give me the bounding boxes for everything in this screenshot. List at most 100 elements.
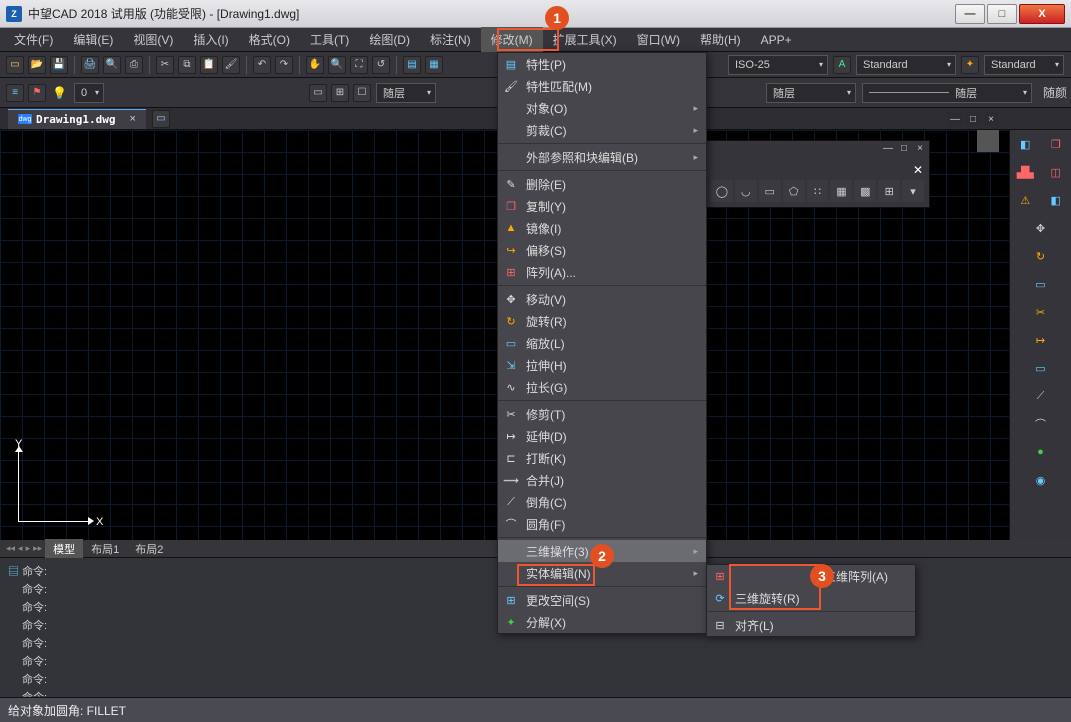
copy-icon[interactable]: ⧉ xyxy=(178,56,196,74)
block-icon[interactable]: ▭ xyxy=(309,84,327,102)
dd-fillet[interactable]: ⌒圆角(F) xyxy=(498,513,706,535)
poly-icon[interactable]: ⬠ xyxy=(783,180,805,202)
grid-icon[interactable]: ⊞ xyxy=(878,180,900,202)
chamfer-tool-icon[interactable]: ⟋ xyxy=(1030,385,1052,407)
minimize-button[interactable]: — xyxy=(955,4,985,24)
explode-tool-icon[interactable]: ● xyxy=(1030,441,1052,463)
new-icon[interactable]: ▭ xyxy=(6,56,24,74)
menu-file[interactable]: 文件(F) xyxy=(4,27,63,52)
extend-tool-icon[interactable]: ↦ xyxy=(1030,329,1052,351)
more-icon[interactable]: ▾ xyxy=(902,180,924,202)
dd-scale[interactable]: ▭缩放(L) xyxy=(498,332,706,354)
dd-offset[interactable]: ↪偏移(S) xyxy=(498,239,706,261)
mirror-tool-icon[interactable]: ▟▙ xyxy=(1014,161,1036,183)
close-tab-icon[interactable]: × xyxy=(129,113,135,125)
dd-array[interactable]: ⊞阵列(A)... xyxy=(498,261,706,283)
dd-properties[interactable]: ▤特性(P) xyxy=(498,53,706,75)
open-icon[interactable]: 📂 xyxy=(28,56,46,74)
design-center-icon[interactable]: ▦ xyxy=(425,56,443,74)
scale-tool-icon[interactable]: ↻ xyxy=(1030,245,1052,267)
undo-icon[interactable]: ↶ xyxy=(253,56,271,74)
doc-minimize-icon[interactable]: — xyxy=(947,112,963,126)
float-minimize-icon[interactable]: — xyxy=(881,143,895,157)
stretch-tool-icon[interactable]: ▭ xyxy=(1030,273,1052,295)
menu-view[interactable]: 视图(V) xyxy=(123,27,183,52)
dd-rotate[interactable]: ↻旋转(R) xyxy=(498,310,706,332)
matchprop-icon[interactable]: 🖌 xyxy=(222,56,240,74)
dd-align[interactable]: ⊟对齐(L) xyxy=(707,614,915,636)
menu-window[interactable]: 窗口(W) xyxy=(627,27,690,52)
float-close-icon[interactable]: × xyxy=(913,143,927,157)
tablestyle-combo[interactable]: Standard xyxy=(984,55,1064,75)
pan-icon[interactable]: ✋ xyxy=(306,56,324,74)
prev-tab-icon[interactable]: ◂ xyxy=(18,543,23,554)
copy-tool-icon[interactable]: ❐ xyxy=(1045,133,1067,155)
dd-trim[interactable]: ✂修剪(T) xyxy=(498,403,706,425)
menu-help[interactable]: 帮助(H) xyxy=(690,27,751,52)
dd-chamfer[interactable]: ⟋倒角(C) xyxy=(498,491,706,513)
first-tab-icon[interactable]: ◂◂ xyxy=(6,543,15,554)
region-icon[interactable]: ▩ xyxy=(854,180,876,202)
float-maximize-icon[interactable]: □ xyxy=(897,143,911,157)
redo-icon[interactable]: ↷ xyxy=(275,56,293,74)
break-tool-icon[interactable]: ▭ xyxy=(1030,357,1052,379)
insert-icon[interactable]: ⊞ xyxy=(331,84,349,102)
doc-maximize-icon[interactable]: □ xyxy=(965,112,981,126)
color-combo[interactable]: 随层 xyxy=(376,83,436,103)
last-tab-icon[interactable]: ▸▸ xyxy=(33,543,42,554)
dd-3d-operations[interactable]: 三维操作(3)▸ xyxy=(498,540,706,562)
dd-mirror[interactable]: ▲镜像(I) xyxy=(498,217,706,239)
hatch-icon[interactable]: ▦ xyxy=(830,180,852,202)
dd-xref[interactable]: 外部参照和块编辑(B)▸ xyxy=(498,146,706,168)
checkbox-icon[interactable]: ☐ xyxy=(353,84,371,102)
dd-lengthen[interactable]: ∿拉长(G) xyxy=(498,376,706,398)
layer-combo[interactable]: 0 xyxy=(74,83,104,103)
dd-matchprop[interactable]: 🖌特性匹配(M) xyxy=(498,75,706,97)
menu-format[interactable]: 格式(O) xyxy=(239,27,300,52)
print-icon[interactable]: 🖨 xyxy=(81,56,99,74)
dd-join[interactable]: ⟿合并(J) xyxy=(498,469,706,491)
trim-tool-icon[interactable]: ✂ xyxy=(1030,301,1052,323)
circle-icon[interactable]: ◯ xyxy=(711,180,733,202)
menu-draw[interactable]: 绘图(D) xyxy=(359,27,420,52)
tab-layout1[interactable]: 布局1 xyxy=(83,539,127,559)
zoom-window-icon[interactable]: ⛶ xyxy=(350,56,368,74)
tablestyle-icon[interactable]: ✦ xyxy=(961,56,979,74)
view-cube[interactable] xyxy=(977,130,999,152)
solid-tool-icon[interactable]: ◉ xyxy=(1030,469,1052,491)
zoom-realtime-icon[interactable]: 🔍 xyxy=(328,56,346,74)
floating-toolbar[interactable]: — □ × ✕ ◯ ◡ ▭ ⬠ ∷ ▦ ▩ ⊞ ▾ xyxy=(705,140,930,208)
menu-tools[interactable]: 工具(T) xyxy=(300,27,359,52)
erase-icon[interactable]: ◧ xyxy=(1014,133,1036,155)
dd-object[interactable]: 对象(O)▸ xyxy=(498,97,706,119)
save-icon[interactable]: 💾 xyxy=(50,56,68,74)
maximize-button[interactable]: □ xyxy=(987,4,1017,24)
zoom-prev-icon[interactable]: ↺ xyxy=(372,56,390,74)
layer-state-icon[interactable]: ⚑ xyxy=(28,84,46,102)
dd-chspace[interactable]: ⊞更改空间(S) xyxy=(498,589,706,611)
dd-3d-array[interactable]: ⊞三维阵列(A) xyxy=(707,565,915,587)
next-tab-icon[interactable]: ▸ xyxy=(26,543,31,554)
dd-clip[interactable]: 剪裁(C)▸ xyxy=(498,119,706,141)
textstyle-combo[interactable]: Standard xyxy=(856,55,956,75)
lineweight-combo[interactable]: 随层 xyxy=(862,83,1032,103)
dd-3d-rotate[interactable]: ⟳三维旋转(R) xyxy=(707,587,915,609)
dimstyle-combo[interactable]: ISO-25 xyxy=(728,55,828,75)
tab-model[interactable]: 模型 xyxy=(45,539,83,559)
menu-app[interactable]: APP+ xyxy=(751,29,802,51)
menu-edit[interactable]: 编辑(E) xyxy=(63,27,123,52)
array-tool-icon[interactable]: ⚠ xyxy=(1014,189,1036,211)
cut-icon[interactable]: ✂ xyxy=(156,56,174,74)
dd-erase[interactable]: ✎删除(E) xyxy=(498,173,706,195)
rect-icon[interactable]: ▭ xyxy=(759,180,781,202)
menu-dimension[interactable]: 标注(N) xyxy=(420,27,481,52)
close-button[interactable]: X xyxy=(1019,4,1065,24)
layer-manager-icon[interactable]: ≡ xyxy=(6,84,24,102)
arc-icon[interactable]: ◡ xyxy=(735,180,757,202)
float-close2-icon[interactable]: ✕ xyxy=(913,163,923,177)
menu-extension[interactable]: 扩展工具(X) xyxy=(543,27,627,52)
menu-insert[interactable]: 插入(I) xyxy=(183,27,238,52)
dd-explode[interactable]: ✦分解(X) xyxy=(498,611,706,633)
fillet-tool-icon[interactable]: ⌒ xyxy=(1030,413,1052,435)
new-tab-icon[interactable]: ▭ xyxy=(152,110,170,128)
